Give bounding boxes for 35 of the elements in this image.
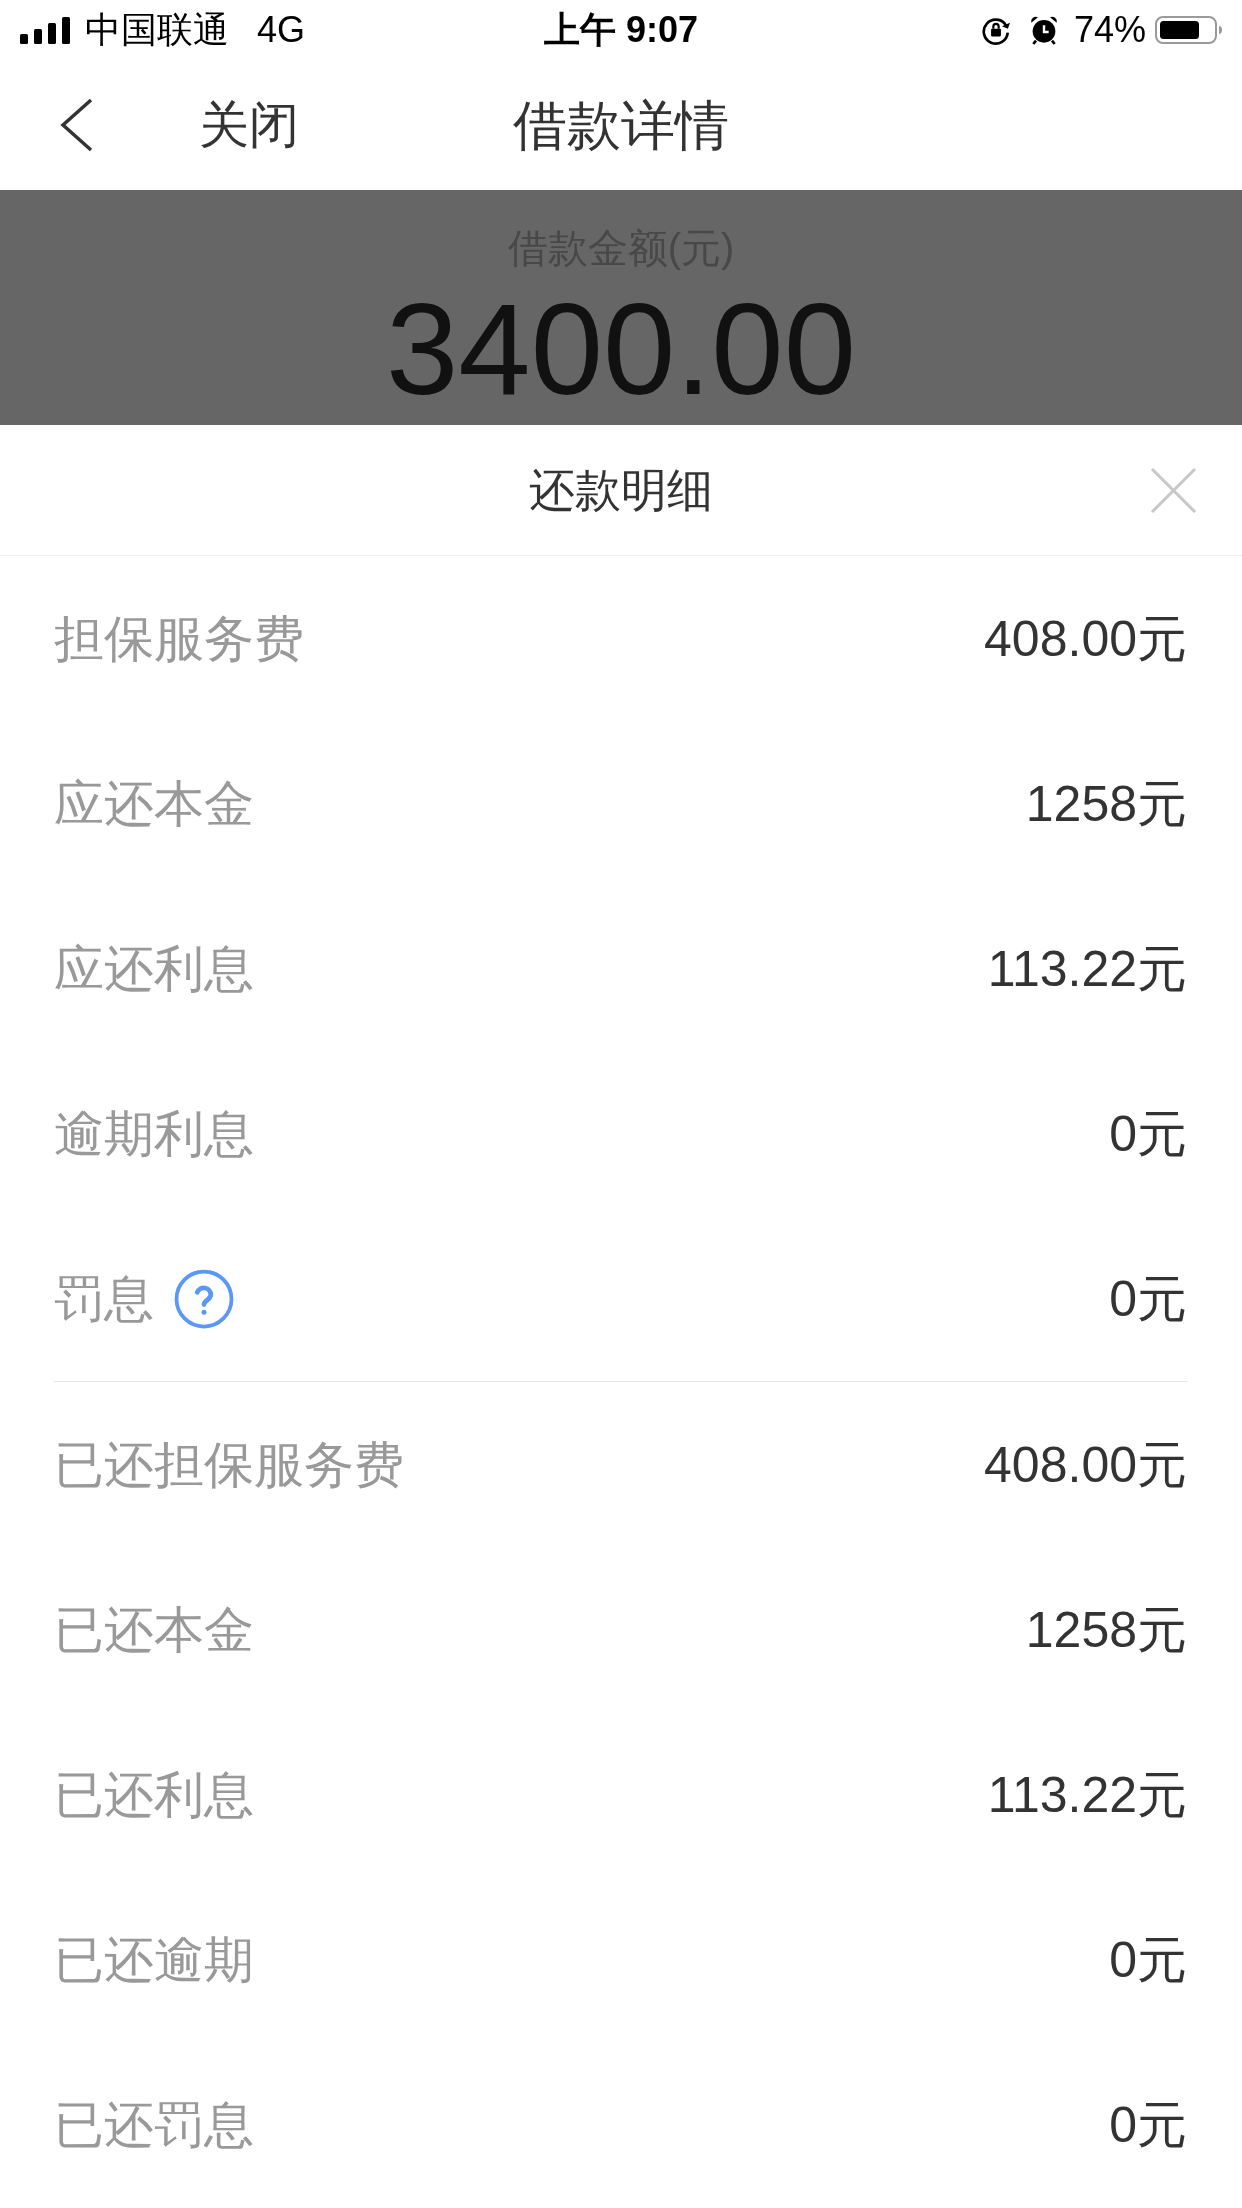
fee-label: 应还本金: [54, 778, 254, 829]
fee-label: 罚息: [54, 1273, 154, 1324]
loan-amount-value: 3400.00: [386, 276, 856, 422]
network-type: 4G: [257, 12, 306, 48]
close-icon: [1150, 466, 1197, 514]
close-link[interactable]: 关闭: [199, 100, 299, 150]
fee-amount: 113.22元: [987, 943, 1187, 994]
help-icon[interactable]: [174, 1268, 234, 1329]
fee-label: 担保服务费: [54, 613, 304, 664]
fee-amount: 408.00元: [984, 1439, 1187, 1490]
chevron-left-icon: [59, 98, 93, 152]
fee-label: 应还利息: [54, 943, 254, 994]
battery-percent: 74%: [1073, 12, 1146, 48]
page-title: 借款详情: [513, 98, 729, 152]
carrier-name: 中国联通: [85, 12, 229, 48]
fee-label: 已还本金: [54, 1604, 254, 1655]
fee-label: 已还利息: [54, 1769, 254, 1820]
fee-amount: 0元: [1109, 1108, 1187, 1159]
battery-icon: [1155, 16, 1222, 44]
status-time: 上午 9:07: [543, 12, 699, 48]
fee-amount: 0元: [1109, 1934, 1187, 1985]
fee-amount: 1258元: [1025, 1604, 1187, 1655]
fee-amount: 0元: [1109, 1273, 1187, 1324]
back-button[interactable]: [59, 98, 93, 152]
sheet-title: 还款明细: [529, 467, 713, 513]
fee-amount: 113.22元: [987, 1769, 1187, 1820]
fee-label: 已还罚息: [54, 2099, 254, 2150]
fee-label: 逾期利息: [54, 1108, 254, 1159]
signal-icon: [20, 16, 70, 44]
fee-label: 已还担保服务费: [54, 1439, 404, 1490]
fee-amount: 408.00元: [984, 613, 1187, 664]
fee-amount: 0元: [1109, 2099, 1187, 2150]
fee-amount: 1258元: [1025, 778, 1187, 829]
fee-label: 已还逾期: [54, 1934, 254, 1985]
close-button[interactable]: [1150, 466, 1197, 514]
